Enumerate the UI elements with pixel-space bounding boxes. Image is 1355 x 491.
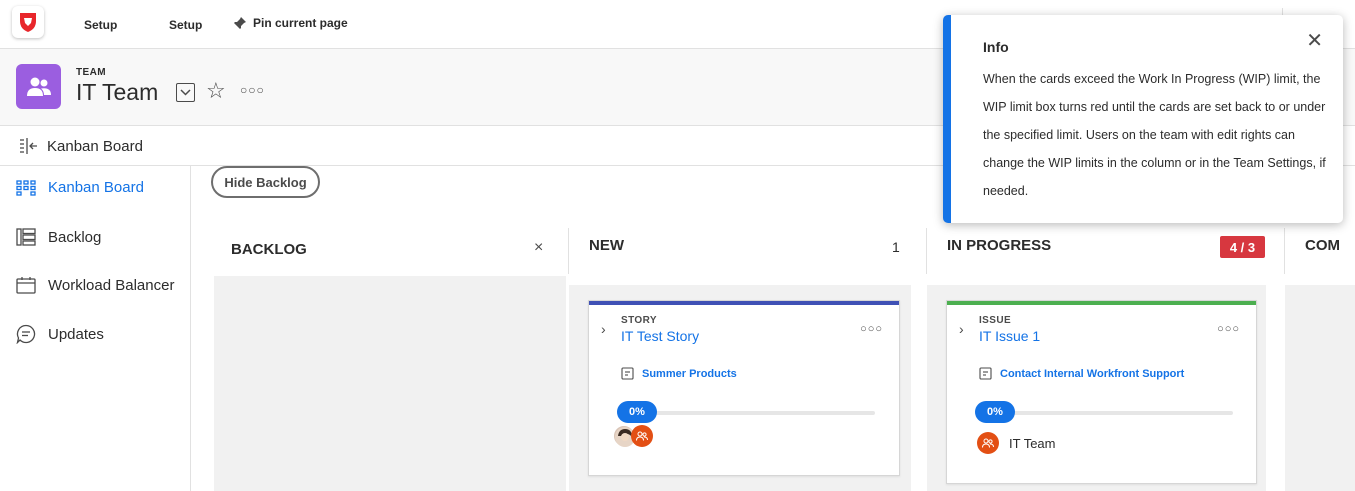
card-color-bar	[947, 301, 1256, 305]
backlog-icon	[16, 228, 36, 246]
chat-icon	[16, 324, 36, 344]
sidebar-item-label: Workload Balancer	[48, 276, 175, 294]
favorite-star-icon[interactable]: ☆	[206, 80, 226, 102]
kanban-card-story[interactable]: › STORY IT Test Story ○○○ Summer Product…	[588, 300, 900, 476]
column-title-new: NEW	[589, 237, 624, 254]
sidebar-item-label: Updates	[48, 325, 104, 343]
popover-title: Info	[983, 39, 1009, 55]
sidebar-item-label: Kanban Board	[48, 179, 144, 196]
app-logo[interactable]	[12, 6, 44, 38]
kanban-board: BACKLOG × NEW 1 IN PROGRESS 4 / 3 COM › …	[214, 228, 1355, 491]
nav-setup-2[interactable]: Setup	[169, 18, 202, 32]
more-options-icon[interactable]: ○○○	[240, 83, 265, 97]
card-more-icon[interactable]: ○○○	[1217, 323, 1240, 335]
column-title-complete: COM	[1305, 237, 1340, 254]
team-avatar-small	[977, 432, 999, 454]
kanban-icon	[16, 179, 36, 196]
chevron-right-icon[interactable]: ›	[959, 321, 964, 337]
column-divider	[926, 228, 927, 274]
card-assignee[interactable]: IT Team	[977, 432, 1055, 454]
project-icon	[621, 367, 634, 380]
nav-setup-1[interactable]: Setup	[84, 18, 117, 32]
column-divider	[568, 228, 569, 274]
title-dropdown-button[interactable]	[176, 83, 195, 102]
column-count-new: 1	[892, 239, 900, 255]
team-icon	[26, 77, 51, 96]
card-type-label: STORY	[621, 315, 657, 326]
shield-logo-icon	[20, 13, 36, 32]
sidebar-item-label: Backlog	[48, 228, 102, 246]
card-more-icon[interactable]: ○○○	[860, 323, 883, 335]
object-type-label: TEAM	[76, 67, 106, 78]
card-project-label: Contact Internal Workfront Support	[1000, 367, 1185, 380]
column-title-backlog: BACKLOG	[231, 241, 307, 258]
card-title-link[interactable]: IT Test Story	[621, 328, 699, 344]
backlog-column-body	[214, 276, 566, 491]
info-popover: Info When the cards exceed the Work In P…	[943, 15, 1343, 223]
sidebar-item-updates[interactable]: Updates	[16, 324, 104, 344]
wip-limit-badge[interactable]: 4 / 3	[1220, 236, 1265, 258]
pin-page-button[interactable]: Pin current page	[233, 16, 348, 30]
chevron-down-icon	[180, 89, 191, 96]
page-title: IT Team	[76, 79, 159, 105]
card-title-link[interactable]: IT Issue 1	[979, 328, 1040, 344]
team-icon	[982, 438, 994, 448]
breadcrumb-label: Kanban Board	[47, 138, 143, 155]
pin-icon	[234, 17, 246, 29]
kanban-card-issue[interactable]: › ISSUE IT Issue 1 ○○○ Contact Internal …	[946, 300, 1257, 484]
popover-body: When the cards exceed the Work In Progre…	[983, 72, 1326, 198]
sidebar-item-kanban-board[interactable]: Kanban Board	[16, 179, 144, 196]
card-color-bar	[589, 301, 899, 305]
team-icon	[636, 431, 648, 441]
sidebar-item-backlog[interactable]: Backlog	[16, 228, 101, 246]
card-project[interactable]: Contact Internal Workfront Support	[979, 367, 1184, 380]
column-divider	[1284, 228, 1285, 274]
card-assignees	[613, 425, 653, 447]
complete-column-body	[1285, 285, 1355, 491]
card-type-label: ISSUE	[979, 315, 1012, 326]
close-icon[interactable]: ✕	[1306, 31, 1323, 51]
assignee-name: IT Team	[1009, 435, 1056, 451]
close-backlog-icon[interactable]: ×	[534, 239, 543, 257]
team-avatar-small[interactable]	[631, 425, 653, 447]
collapse-panel-icon[interactable]	[19, 138, 39, 154]
sidebar: Kanban Board Backlog Workload Balancer U…	[0, 166, 191, 491]
progress-badge: 0%	[975, 401, 1015, 423]
progress-badge: 0%	[617, 401, 657, 423]
team-avatar	[16, 64, 61, 109]
column-title-in-progress: IN PROGRESS	[947, 237, 1052, 254]
chevron-right-icon[interactable]: ›	[601, 321, 606, 337]
sidebar-item-workload-balancer[interactable]: Workload Balancer	[16, 276, 174, 294]
card-project[interactable]: Summer Products	[621, 367, 737, 380]
pin-label: Pin current page	[253, 16, 348, 30]
card-project-label: Summer Products	[642, 367, 737, 380]
project-icon	[979, 367, 992, 380]
hide-backlog-button[interactable]: Hide Backlog	[211, 166, 320, 198]
calendar-icon	[16, 277, 36, 294]
